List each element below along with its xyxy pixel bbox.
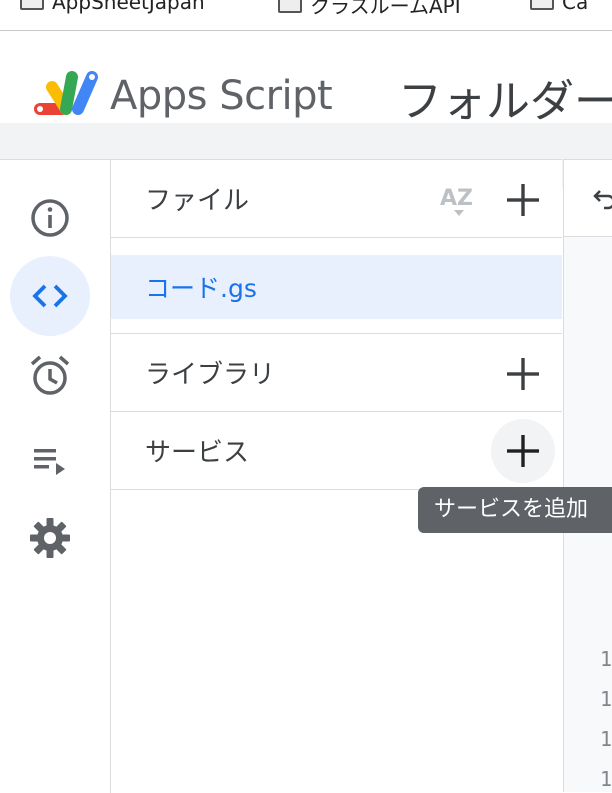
add-service-button[interactable] bbox=[491, 419, 555, 483]
svg-text:Z: Z bbox=[457, 186, 473, 211]
rail-executions-button[interactable] bbox=[10, 420, 90, 500]
folder-icon bbox=[278, 0, 302, 13]
add-service-tooltip: サービスを追加 bbox=[418, 487, 612, 533]
alarm-icon bbox=[30, 355, 70, 395]
line-number: 1 bbox=[599, 687, 612, 711]
app-header: Apps Script フォルダー bbox=[0, 31, 612, 189]
undo-icon[interactable] bbox=[592, 186, 612, 210]
app-title: Apps Script bbox=[110, 73, 333, 119]
file-list-item[interactable]: コード.gs bbox=[111, 255, 562, 319]
playlist-icon bbox=[34, 449, 65, 475]
bookmark-item[interactable]: クラスルームAPI bbox=[278, 0, 461, 19]
plus-icon bbox=[507, 435, 539, 467]
files-panel: ファイル A Z コード.gs ライブラリ サービス bbox=[111, 159, 562, 793]
add-file-button[interactable] bbox=[501, 178, 545, 222]
services-section-header: サービス bbox=[111, 412, 562, 490]
line-number: 1 bbox=[599, 727, 612, 751]
project-title[interactable]: フォルダー bbox=[398, 65, 612, 129]
plus-icon bbox=[507, 184, 539, 216]
files-list-divider bbox=[111, 319, 562, 334]
plus-icon bbox=[507, 358, 539, 390]
info-icon bbox=[31, 199, 69, 237]
libraries-label: ライブラリ bbox=[145, 360, 276, 390]
rail-triggers-button[interactable] bbox=[10, 336, 90, 416]
code-icon bbox=[32, 284, 68, 308]
file-name: コード.gs bbox=[145, 274, 257, 303]
rail-editor-button[interactable] bbox=[10, 256, 90, 336]
files-label: ファイル bbox=[145, 186, 250, 216]
bookmark-label: AppSheetJapan bbox=[52, 0, 205, 14]
bookmarks-bar: AppSheetJapan クラスルームAPI Ca bbox=[0, 0, 612, 31]
apps-script-logo[interactable] bbox=[32, 67, 102, 119]
libraries-section-header: ライブラリ bbox=[111, 334, 562, 412]
rail-overview-button[interactable] bbox=[10, 178, 90, 258]
line-number: 1 bbox=[599, 767, 612, 791]
left-nav-rail bbox=[0, 159, 111, 793]
svg-text:A: A bbox=[440, 186, 457, 211]
rail-settings-button[interactable] bbox=[10, 498, 90, 578]
gear-icon bbox=[30, 518, 70, 558]
folder-icon bbox=[530, 0, 554, 10]
bookmark-item[interactable]: Ca bbox=[530, 0, 588, 14]
bookmark-label: クラスルームAPI bbox=[310, 0, 461, 18]
line-number: 1 bbox=[599, 647, 612, 671]
bookmark-label: Ca bbox=[562, 0, 589, 14]
add-library-button[interactable] bbox=[501, 352, 545, 396]
editor-toolbar bbox=[563, 159, 612, 237]
sort-az-icon[interactable]: A Z bbox=[437, 180, 481, 220]
bookmark-item[interactable]: AppSheetJapan bbox=[20, 0, 205, 14]
folder-icon bbox=[20, 0, 44, 10]
services-label: サービス bbox=[145, 438, 250, 468]
files-section-header: ファイル A Z bbox=[111, 160, 562, 238]
